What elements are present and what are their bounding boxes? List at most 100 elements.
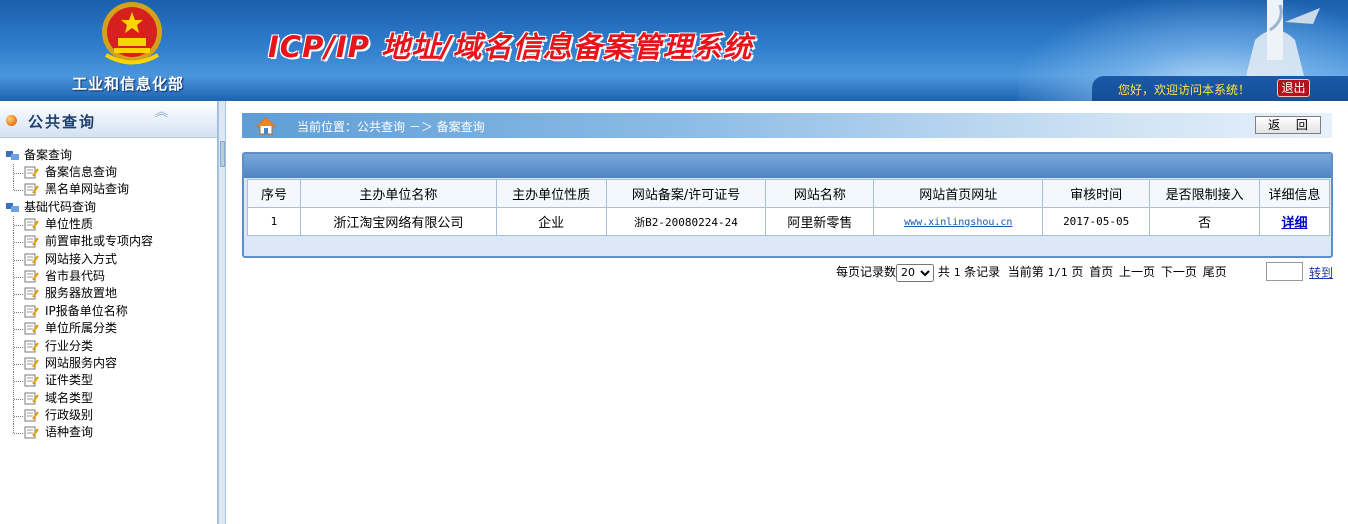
- total-count: 1: [953, 266, 961, 279]
- sidebar-item-code-1[interactable]: 前置审批或专项内容: [4, 233, 153, 251]
- back-button[interactable]: 返 回: [1255, 116, 1321, 134]
- current-page: 1/1: [1047, 266, 1068, 279]
- sidebar-item-blacklist[interactable]: 黑名单网站查询: [4, 181, 153, 198]
- home-icon[interactable]: [256, 116, 276, 135]
- cell-url: www.xinlingshou.cn: [873, 207, 1044, 236]
- current-suffix: 页: [1071, 265, 1084, 279]
- sidebar-item-label: 网站接入方式: [45, 251, 118, 266]
- sidebar-item-code-2[interactable]: 网站接入方式: [4, 250, 153, 268]
- current-prefix: 当前第: [1007, 265, 1044, 279]
- tree-group-label: 基础代码查询: [24, 199, 97, 214]
- detail-link[interactable]: 详细: [1282, 216, 1308, 231]
- pager: 每页记录数 20 共 1 条记录 当前第 1/1 页 首页 上一页 下一页 尾页: [836, 263, 1227, 282]
- document-edit-icon: [24, 392, 39, 405]
- sidebar-item-code-9[interactable]: 证件类型: [4, 372, 153, 390]
- sidebar-item-label: 域名类型: [45, 390, 94, 405]
- document-edit-icon: [24, 235, 39, 248]
- breadcrumb-prefix: 当前位置：: [297, 120, 358, 134]
- sidebar-item-code-3[interactable]: 省市县代码: [4, 267, 153, 285]
- cell-org-name: 浙江淘宝网络有限公司: [299, 207, 497, 236]
- per-page-select[interactable]: 20: [896, 263, 935, 282]
- sidebar-item-code-7[interactable]: 行业分类: [4, 337, 153, 355]
- table-row: 1 浙江淘宝网络有限公司 企业 浙B2-20080224-24 阿里新零售 ww…: [247, 207, 1330, 236]
- sidebar-item-code-12[interactable]: 语种查询: [4, 424, 153, 441]
- table-header-row: 序号 主办单位名称 主办单位性质 网站备案/许可证号 网站名称 网站首页网址 审…: [247, 179, 1330, 208]
- cell-detail: 详细: [1259, 207, 1330, 236]
- sidebar-item-code-0[interactable]: 单位性质: [4, 215, 153, 233]
- sidebar-item-label: 服务器放置地: [45, 286, 118, 301]
- jump-page-input[interactable]: [1266, 262, 1303, 281]
- column-header: 是否限制接入: [1149, 179, 1261, 208]
- document-edit-icon: [24, 322, 39, 335]
- document-edit-icon: [24, 218, 39, 231]
- sidebar-item-label: IP报备单位名称: [45, 303, 128, 318]
- sidebar-splitter[interactable]: [218, 101, 226, 524]
- breadcrumb-filing-query: 备案查询: [436, 120, 485, 134]
- document-edit-icon: [24, 374, 39, 387]
- sidebar-item-code-5[interactable]: IP报备单位名称: [4, 302, 153, 320]
- document-edit-icon: [24, 426, 39, 439]
- document-edit-icon: [24, 270, 39, 283]
- column-header: 网站名称: [765, 179, 875, 208]
- welcome-text: 您好，欢迎访问本系统！: [1118, 83, 1251, 97]
- cell-org-type: 企业: [495, 207, 607, 236]
- sidebar-item-code-10[interactable]: 域名类型: [4, 389, 153, 407]
- tree-group-items: 单位性质前置审批或专项内容 网站接入方式 省市县代码服务器放置地 IP报备单位名称 单位…: [4, 215, 153, 442]
- sidebar-header: 公共查询 ︽: [0, 101, 217, 138]
- sidebar-item-label: 网站服务内容: [45, 355, 118, 370]
- header-banner: 工业和信息化部 ICP/IP 地址/域名信息备案管理系统 您好，欢迎访问本系统！…: [0, 0, 1348, 101]
- sidebar-title: 公共查询: [28, 113, 97, 131]
- breadcrumb-arrow: －＞: [405, 120, 437, 134]
- document-edit-icon: [24, 340, 39, 353]
- last-page-link[interactable]: 尾页: [1203, 265, 1227, 279]
- sidebar-item-label: 行政级别: [45, 408, 94, 423]
- total-prefix: 共: [937, 265, 950, 279]
- prev-page-link[interactable]: 上一页: [1119, 265, 1155, 279]
- tree-group-base-code-query[interactable]: 基础代码查询: [4, 199, 153, 216]
- sidebar-item-label: 语种查询: [45, 425, 94, 440]
- sidebar-item-label: 备案信息查询: [45, 165, 118, 179]
- splitter-handle[interactable]: [220, 141, 225, 167]
- jump-link[interactable]: 转到: [1309, 264, 1333, 281]
- tree-group-filing-query[interactable]: 备案查询: [4, 147, 153, 164]
- sidebar: 公共查询 ︽ 备案查询 备案信息查询 黑名单网站查询 基础代码查询 单位性质前置…: [0, 101, 218, 524]
- results-table: 序号 主办单位名称 主办单位性质 网站备案/许可证号 网站名称 网站首页网址 审…: [247, 179, 1330, 236]
- sidebar-item-label: 单位所属分类: [45, 321, 118, 336]
- huabiao-pillar-icon: [1245, 0, 1320, 80]
- folder-group-icon: [6, 151, 19, 160]
- breadcrumb-text: 当前位置：公共查询 －＞ 备案查询: [297, 118, 485, 135]
- ministry-name: 工业和信息化部: [72, 75, 185, 93]
- collapse-chevron-icon[interactable]: ︽: [155, 106, 168, 119]
- results-panel: 序号 主办单位名称 主办单位性质 网站备案/许可证号 网站名称 网站首页网址 审…: [242, 152, 1333, 258]
- document-edit-icon: [24, 305, 39, 318]
- sidebar-item-code-4[interactable]: 服务器放置地: [4, 285, 153, 303]
- sidebar-item-label: 省市县代码: [45, 268, 106, 283]
- cell-restricted: 否: [1149, 207, 1261, 236]
- cell-audit-date: 2017-05-05: [1042, 207, 1151, 236]
- logout-button[interactable]: 退出: [1277, 79, 1310, 97]
- first-page-link[interactable]: 首页: [1089, 265, 1113, 279]
- column-header: 详细信息: [1259, 179, 1330, 208]
- site-url-link[interactable]: www.xinlingshou.cn: [904, 217, 1012, 228]
- sidebar-item-label: 单位性质: [45, 216, 94, 231]
- column-header: 主办单位名称: [299, 179, 497, 208]
- document-edit-icon: [24, 357, 39, 370]
- bullet-icon: [6, 115, 17, 126]
- sidebar-item-label: 行业分类: [45, 338, 94, 353]
- document-edit-icon: [24, 287, 39, 300]
- national-emblem-icon: [102, 2, 162, 65]
- sidebar-item-code-6[interactable]: 单位所属分类: [4, 320, 153, 338]
- sidebar-item-code-11[interactable]: 行政级别: [4, 407, 153, 425]
- sidebar-item-code-8[interactable]: 网站服务内容: [4, 354, 153, 372]
- column-header: 网站首页网址: [873, 179, 1044, 208]
- breadcrumb-public-query[interactable]: 公共查询: [357, 120, 405, 134]
- sidebar-item-filing-info[interactable]: 备案信息查询: [4, 164, 153, 181]
- document-edit-icon: [24, 166, 39, 179]
- cell-site-name: 阿里新零售: [765, 207, 875, 236]
- per-page-label: 每页记录数: [836, 265, 897, 279]
- column-header: 序号: [247, 179, 301, 208]
- next-page-link[interactable]: 下一页: [1161, 265, 1197, 279]
- document-edit-icon: [24, 409, 39, 422]
- breadcrumb: 当前位置：公共查询 －＞ 备案查询: [242, 113, 1332, 138]
- folder-group-icon: [6, 202, 19, 212]
